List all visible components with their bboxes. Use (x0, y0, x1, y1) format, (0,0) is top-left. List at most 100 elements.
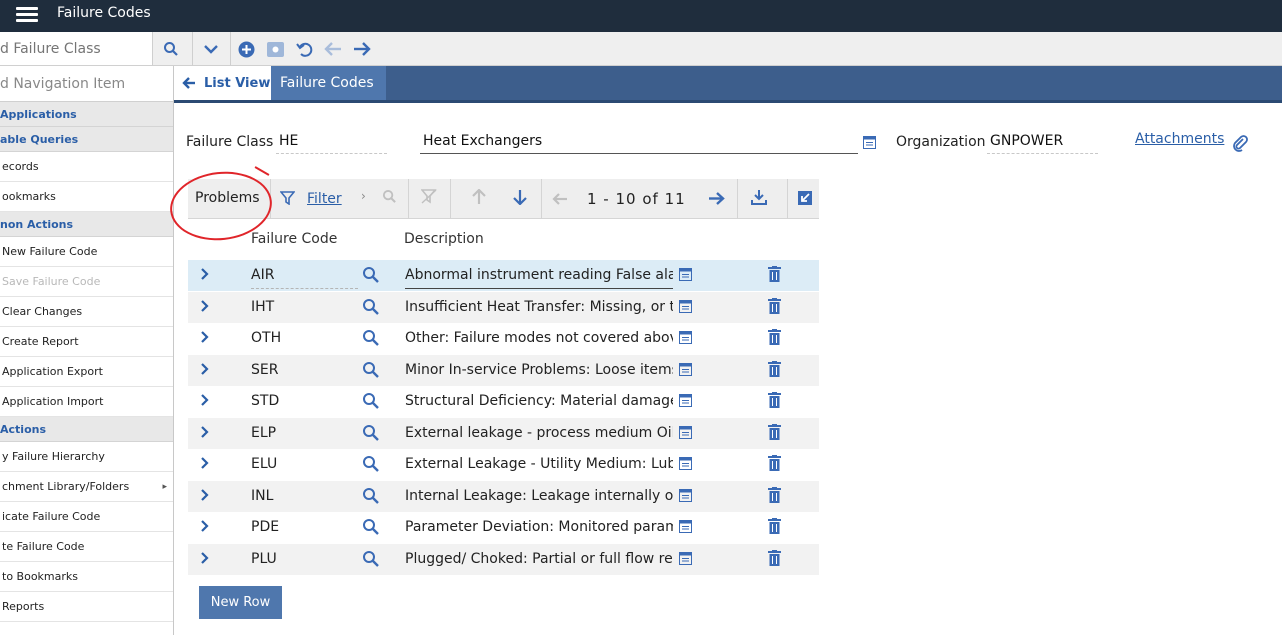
filter-link[interactable]: Filter (307, 191, 342, 207)
table-row[interactable]: PDE Parameter Deviation: Monitored parame (188, 512, 819, 543)
long-description-icon[interactable] (679, 457, 692, 474)
sidebar-item[interactable]: te Failure Code (0, 532, 173, 562)
table-row[interactable]: PLU Plugged/ Choked: Partial or full flow… (188, 544, 819, 575)
delete-row-icon[interactable] (768, 487, 781, 507)
delete-row-icon[interactable] (768, 392, 781, 412)
lookup-icon[interactable] (362, 550, 380, 572)
long-description-icon[interactable] (679, 552, 692, 569)
search-icon[interactable] (158, 36, 184, 62)
expand-row-icon[interactable] (200, 329, 209, 347)
sidebar-item[interactable]: New Failure Code (0, 237, 173, 267)
previous-record-icon[interactable] (320, 36, 346, 62)
delete-row-icon[interactable] (768, 266, 781, 286)
chevron-right-icon[interactable]: › (361, 189, 366, 203)
sort-up-icon[interactable] (472, 188, 486, 209)
undo-icon[interactable] (291, 36, 317, 62)
delete-row-icon[interactable] (768, 361, 781, 381)
table-row[interactable]: OTH Other: Failure modes not covered abov… (188, 323, 819, 354)
long-description-icon[interactable] (679, 268, 692, 285)
description-cell[interactable]: Insufficient Heat Transfer: Missing, or … (405, 299, 673, 315)
sidebar-item[interactable]: to Bookmarks (0, 562, 173, 592)
failure-code-cell[interactable]: PDE (251, 519, 358, 535)
long-description-icon[interactable] (863, 136, 876, 153)
lookup-icon[interactable] (362, 392, 380, 414)
long-description-icon[interactable] (679, 300, 692, 317)
clear-filter-icon[interactable] (420, 189, 437, 208)
long-description-icon[interactable] (679, 363, 692, 380)
sidebar-item[interactable]: icate Failure Code (0, 502, 173, 532)
find-failure-class-input[interactable] (0, 32, 152, 65)
attachments-link[interactable]: Attachments (1135, 131, 1224, 147)
table-row[interactable]: STD Structural Deficiency: Material damag… (188, 386, 819, 417)
next-page-icon[interactable] (708, 191, 725, 209)
table-row[interactable]: INL Internal Leakage: Leakage internally … (188, 481, 819, 512)
lookup-icon[interactable] (362, 361, 380, 383)
delete-row-icon[interactable] (768, 298, 781, 318)
sidebar-item[interactable]: Reports (0, 592, 173, 622)
description-cell[interactable]: Plugged/ Choked: Partial or full flow re… (405, 551, 673, 567)
failure-code-cell[interactable]: OTH (251, 330, 358, 346)
expand-row-icon[interactable] (200, 550, 209, 568)
failure-code-cell[interactable]: ELP (251, 425, 358, 441)
lookup-icon[interactable] (362, 298, 380, 320)
lookup-icon[interactable] (362, 455, 380, 477)
failure-code-cell[interactable]: SER (251, 362, 358, 378)
expand-row-icon[interactable] (200, 518, 209, 536)
organization-field[interactable]: GNPOWER (987, 133, 1098, 154)
sidebar-item[interactable]: Application Import (0, 387, 173, 417)
expand-row-icon[interactable] (200, 266, 209, 284)
failure-code-cell[interactable]: IHT (251, 299, 358, 315)
description-cell[interactable]: Parameter Deviation: Monitored parame (405, 519, 673, 535)
lookup-icon[interactable] (362, 329, 380, 351)
delete-row-icon[interactable] (768, 329, 781, 349)
sidebar-item[interactable]: ookmarks (0, 182, 173, 212)
sort-down-icon[interactable] (513, 189, 527, 209)
save-icon[interactable] (262, 36, 288, 62)
sidebar-section-header[interactable]: able Queries (0, 127, 173, 152)
description-cell[interactable]: Internal Leakage: Leakage internally of (405, 488, 673, 504)
lookup-icon[interactable] (362, 518, 380, 540)
table-row[interactable]: ELU External Leakage - Utility Medium: Lu… (188, 449, 819, 480)
failure-codes-tab[interactable]: Failure Codes (271, 66, 386, 100)
delete-row-icon[interactable] (768, 518, 781, 538)
sidebar-item[interactable]: ecords (0, 152, 173, 182)
list-view-tab[interactable]: List View (174, 66, 271, 100)
description-cell[interactable]: External leakage - process medium Oil, (405, 425, 673, 441)
sidebar-item[interactable]: Create Report (0, 327, 173, 357)
failure-class-field[interactable]: HE (276, 133, 387, 154)
failure-code-column-header[interactable]: Failure Code (251, 231, 337, 247)
lookup-icon[interactable] (362, 266, 380, 288)
expand-row-icon[interactable] (200, 455, 209, 473)
find-navigation-item-input[interactable]: d Navigation Item (0, 66, 173, 102)
sidebar-item[interactable]: chment Library/Folders ▸ (0, 472, 173, 502)
lookup-icon[interactable] (362, 487, 380, 509)
expand-row-icon[interactable] (200, 361, 209, 379)
previous-page-icon[interactable] (552, 191, 568, 209)
next-record-icon[interactable] (349, 36, 375, 62)
sidebar-item[interactable]: Clear Changes (0, 297, 173, 327)
description-cell[interactable]: Minor In-service Problems: Loose items (405, 362, 673, 378)
failure-code-cell[interactable]: ELU (251, 456, 358, 472)
description-cell[interactable]: Abnormal instrument reading False alarm (405, 267, 673, 289)
description-cell[interactable]: Other: Failure modes not covered above (405, 330, 673, 346)
sidebar-section-header[interactable]: non Actions (0, 212, 173, 237)
lookup-icon[interactable] (362, 424, 380, 446)
sidebar-section-header[interactable]: Applications (0, 102, 173, 127)
table-row[interactable]: IHT Insufficient Heat Transfer: Missing, … (188, 292, 819, 323)
sidebar-item[interactable]: Save Failure Code (0, 267, 173, 297)
description-cell[interactable]: Structural Deficiency: Material damage (405, 393, 673, 409)
collapse-table-icon[interactable] (798, 191, 812, 209)
search-icon[interactable] (382, 189, 397, 208)
delete-row-icon[interactable] (768, 455, 781, 475)
failure-code-cell[interactable]: AIR (251, 267, 358, 289)
long-description-icon[interactable] (679, 489, 692, 506)
table-row[interactable]: SER Minor In-service Problems: Loose item… (188, 355, 819, 386)
failure-class-description-field[interactable]: Heat Exchangers (420, 133, 858, 154)
table-row[interactable]: ELP External leakage - process medium Oil… (188, 418, 819, 449)
chevron-down-icon[interactable] (198, 36, 224, 62)
delete-row-icon[interactable] (768, 550, 781, 570)
expand-row-icon[interactable] (200, 392, 209, 410)
description-column-header[interactable]: Description (404, 231, 484, 247)
long-description-icon[interactable] (679, 331, 692, 348)
paperclip-icon[interactable] (1231, 134, 1249, 156)
